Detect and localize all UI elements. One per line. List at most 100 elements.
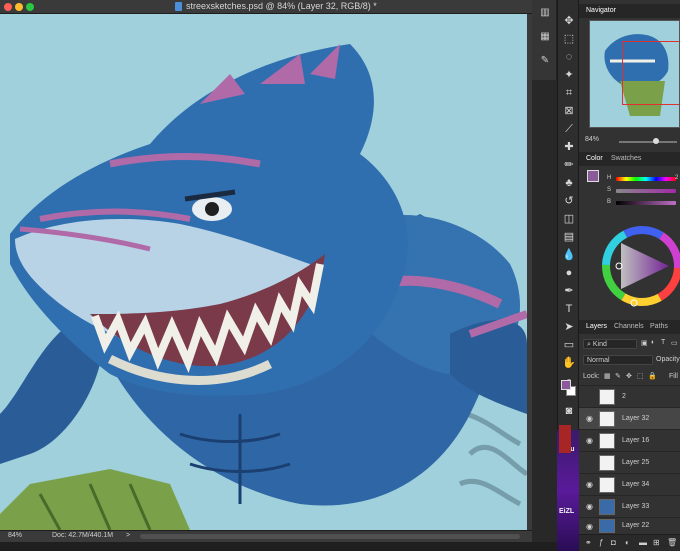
dodge-tool-icon[interactable]: ●: [562, 266, 576, 280]
brightness-slider[interactable]: B: [605, 198, 680, 208]
magic-wand-tool-icon[interactable]: ✦: [562, 68, 576, 82]
layer-name[interactable]: Layer 16: [622, 437, 649, 444]
lock-row: Lock: ▦ ✎ ✥ ⬚ 🔒 Fill: [579, 370, 680, 384]
layer-thumbnail: [599, 411, 615, 427]
saturation-slider[interactable]: S: [605, 186, 680, 196]
gradient-tool-icon[interactable]: ▤: [562, 230, 576, 244]
status-zoom[interactable]: 84%: [8, 532, 22, 539]
blend-mode-select[interactable]: Normal: [583, 355, 653, 365]
horizontal-scrollbar[interactable]: [140, 534, 520, 539]
tab-layers[interactable]: Layers: [586, 323, 607, 330]
saturation-track[interactable]: [616, 189, 676, 193]
eraser-tool-icon[interactable]: ◫: [562, 212, 576, 226]
lock-image-icon[interactable]: ✎: [615, 372, 621, 380]
marquee-tool-icon[interactable]: ⬚: [562, 32, 576, 46]
brightness-track[interactable]: [616, 201, 676, 205]
healing-brush-tool-icon[interactable]: ✚: [562, 140, 576, 154]
quick-mask-icon[interactable]: ◙: [562, 404, 576, 418]
layer-row[interactable]: ◉ Layer 33: [579, 495, 680, 517]
brush-tool-icon[interactable]: ✏: [562, 158, 576, 172]
navigator-thumbnail[interactable]: [589, 20, 680, 128]
lock-all-icon[interactable]: 🔒: [648, 372, 657, 380]
vertical-scrollbar[interactable]: [527, 14, 532, 530]
layer-row[interactable]: ◉ Layer 34: [579, 473, 680, 495]
layer-row[interactable]: ◉ Layer 22: [579, 517, 680, 534]
layer-name[interactable]: Layer 34: [622, 481, 649, 488]
color-wheel[interactable]: [601, 225, 680, 307]
pen-tool-icon[interactable]: ✒: [562, 284, 576, 298]
layer-row[interactable]: ◉ Layer 16: [579, 429, 680, 451]
visibility-eye-icon[interactable]: ◉: [585, 414, 594, 423]
hue-slider[interactable]: H: [605, 174, 680, 184]
eyedropper-tool-icon[interactable]: ⟋: [562, 122, 576, 136]
tab-channels[interactable]: Channels: [614, 323, 644, 330]
frame-tool-icon[interactable]: ⊠: [562, 104, 576, 118]
move-tool-icon[interactable]: ✥: [562, 14, 576, 28]
layer-name[interactable]: Layer 33: [622, 503, 649, 510]
hand-tool-icon[interactable]: ✋: [562, 356, 576, 370]
layer-name[interactable]: Layer 25: [622, 459, 649, 466]
histogram-icon[interactable]: ▥: [538, 6, 552, 20]
layer-mask-icon[interactable]: ◘: [611, 538, 616, 547]
navigator-zoom-knob[interactable]: [653, 138, 659, 144]
crop-tool-icon[interactable]: ⌗: [562, 86, 576, 100]
filter-kind-label: Kind: [592, 341, 607, 348]
navigator-view-box[interactable]: [622, 41, 679, 105]
path-selection-tool-icon[interactable]: ➤: [562, 320, 576, 334]
minimize-window-button[interactable]: [15, 3, 23, 11]
tab-paths[interactable]: Paths: [650, 323, 668, 330]
layer-row[interactable]: 2: [579, 385, 680, 407]
lock-transparent-icon[interactable]: ▦: [604, 372, 611, 380]
history-brush-tool-icon[interactable]: ↺: [562, 194, 576, 208]
layer-row[interactable]: Layer 25: [579, 451, 680, 473]
lock-artboard-icon[interactable]: ⬚: [637, 372, 644, 380]
lock-position-icon[interactable]: ✥: [626, 372, 632, 380]
status-menu-arrow[interactable]: >: [126, 532, 130, 539]
clone-stamp-tool-icon[interactable]: ♣: [562, 176, 576, 190]
delete-layer-icon[interactable]: 🗑: [667, 538, 677, 547]
layer-thumbnail: [599, 477, 615, 493]
adjustment-layer-icon[interactable]: ◐: [625, 538, 630, 547]
new-group-icon[interactable]: ▬: [639, 538, 647, 547]
brush-settings-icon[interactable]: ✎: [538, 54, 552, 68]
hue-track[interactable]: [616, 177, 676, 181]
filter-adjust-icon[interactable]: ◐: [651, 339, 655, 346]
document-canvas[interactable]: [0, 14, 527, 530]
layer-name[interactable]: 2: [622, 393, 626, 400]
hue-label: H: [607, 175, 612, 181]
new-layer-icon[interactable]: ⊞: [653, 538, 660, 547]
saturation-label: S: [607, 187, 612, 193]
filter-shape-icon[interactable]: ▭: [671, 339, 678, 347]
filter-image-icon[interactable]: ▣: [641, 339, 648, 347]
close-window-button[interactable]: [4, 3, 12, 11]
status-doc-size: Doc: 42.7M/440.1M: [52, 532, 114, 539]
visibility-eye-icon[interactable]: ◉: [585, 480, 594, 489]
navigator-zoom[interactable]: 84%: [585, 136, 599, 143]
status-bar: 84% Doc: 42.7M/440.1M >: [0, 530, 532, 542]
visibility-eye-icon[interactable]: ◉: [585, 502, 594, 511]
lasso-tool-icon[interactable]: ◌: [562, 50, 576, 64]
rectangle-tool-icon[interactable]: ▭: [562, 338, 576, 352]
layer-name[interactable]: Layer 32: [622, 415, 649, 422]
blur-tool-icon[interactable]: 💧: [562, 248, 576, 262]
bottom-strip: [0, 542, 557, 551]
link-layers-icon[interactable]: ⚭: [585, 538, 592, 547]
tab-swatches[interactable]: Swatches: [611, 155, 641, 162]
foreground-color-swatch[interactable]: [561, 380, 571, 390]
layer-row-selected[interactable]: ◉ Layer 32: [579, 407, 680, 429]
color-panel-foreground[interactable]: [587, 170, 599, 182]
adjustments-icon[interactable]: ▦: [538, 30, 552, 44]
visibility-eye-icon[interactable]: ◉: [585, 522, 594, 531]
opacity-label: Opacity: [656, 356, 680, 363]
visibility-eye-icon[interactable]: ◉: [585, 436, 594, 445]
tab-color[interactable]: Color: [586, 155, 603, 162]
type-tool-icon[interactable]: T: [562, 302, 576, 316]
filter-type-icon[interactable]: T: [661, 339, 665, 346]
fx-icon[interactable]: ƒ: [599, 538, 603, 547]
zoom-window-button[interactable]: [26, 3, 34, 11]
layer-name[interactable]: Layer 22: [622, 522, 649, 529]
document-title: streexsketches.psd @ 84% (Layer 32, RGB/…: [186, 1, 377, 11]
navigator-zoom-slider[interactable]: [619, 141, 677, 143]
tab-navigator[interactable]: Navigator: [586, 7, 616, 14]
filter-kind-select[interactable]: ⌕ Kind: [583, 339, 637, 349]
